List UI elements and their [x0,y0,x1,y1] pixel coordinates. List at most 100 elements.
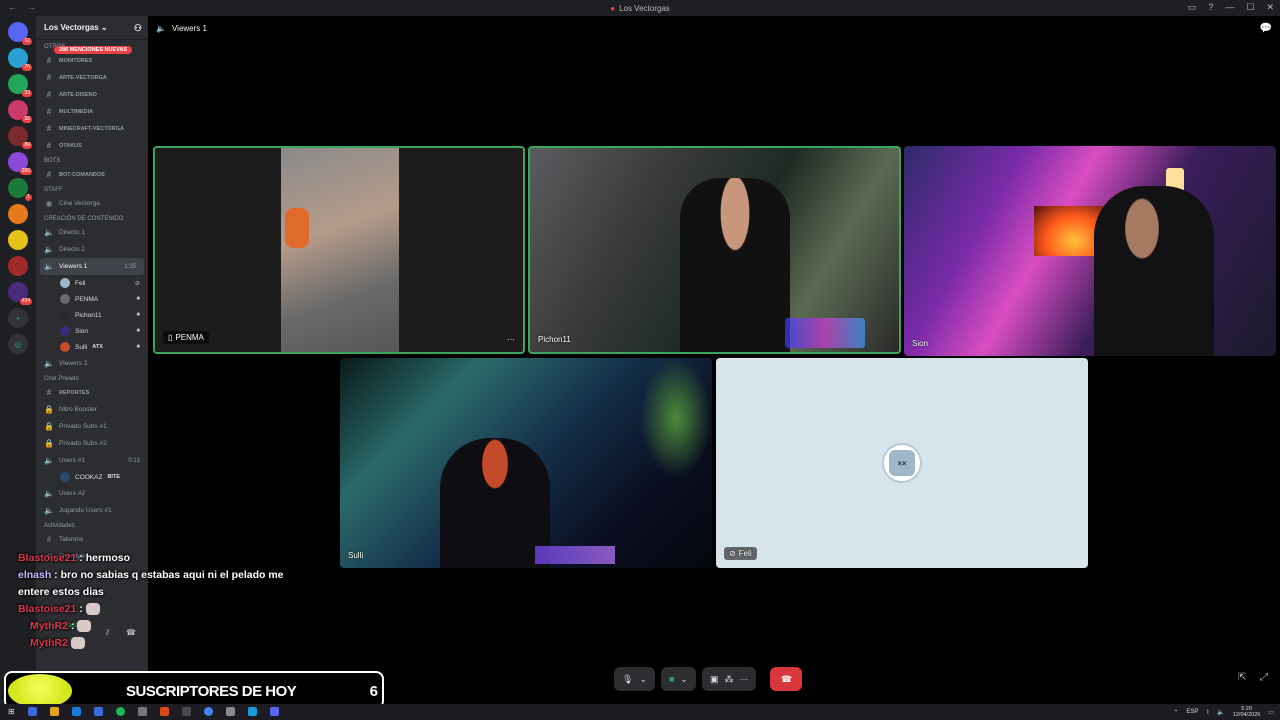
server-icon[interactable]: 434 [8,282,32,305]
start-icon[interactable]: ⊞ [8,707,15,716]
app-icon[interactable] [94,707,103,716]
close-button[interactable]: ✕ [1266,2,1274,13]
chat-bubble-icon[interactable]: 💬 [1260,23,1272,34]
channel-talentos[interactable]: # Talentos [36,531,148,548]
app-icon[interactable] [248,707,257,716]
server-icon[interactable]: 32 [8,100,32,123]
server-icon[interactable] [8,230,28,250]
video-tile-penma[interactable]: ▯ PENMA ··· [153,146,525,354]
channel-arte-diseno[interactable]: # ARTE-DISENO [36,86,148,103]
channel-nitro-booster[interactable]: 🔒 Nitro Booster [36,401,148,418]
category-staff[interactable]: STAFF [36,183,148,195]
chevron-down-icon[interactable]: ⌄ [680,674,688,685]
speaker-icon: 🔈 [44,489,54,498]
server-icon[interactable]: 89 [8,126,32,149]
server-icon[interactable] [8,204,28,224]
video-tile-sion[interactable]: Sion [904,146,1276,356]
inbox-icon[interactable]: ▭ [1188,2,1197,13]
category-bots[interactable]: BOTS [36,154,148,166]
avatar: ×× [882,443,922,483]
channel-bot-comandos[interactable]: # BOT-COMANDOS [36,166,148,183]
video-tile-pichon11[interactable]: Pichon11 [528,146,901,354]
add-server-icon[interactable]: + [8,308,28,328]
channel-privado-subs-2[interactable]: 🔒 Privado Subs #2 [36,435,148,452]
voice-user-sulli[interactable]: Sulli ATX ■ [36,339,148,355]
microphone-icon: 🎙 [622,673,634,684]
voice-user-pichon11[interactable]: Pichon11 ■ [36,307,148,323]
channel-cine-vectorga[interactable]: ◉ Cine Vectorga [36,195,148,212]
spotify-icon[interactable] [116,707,125,716]
server-header[interactable]: Los Vectorgas ⌄ ⚇ [36,16,148,40]
app-icon[interactable] [50,707,59,716]
camera-button[interactable]: ■ ⌄ [660,667,696,691]
voice-user-feli[interactable]: Feli ⊘ [36,275,148,291]
server-icon[interactable]: 76 [8,48,32,71]
fullscreen-icon[interactable]: ⤢ [1260,672,1268,683]
notifications-icon[interactable]: ▭ [1268,709,1274,716]
maximize-button[interactable]: ☐ [1246,2,1254,13]
voice-channel-viewers-2[interactable]: 🔈 Viewers 2 [36,355,148,372]
app-icon[interactable] [226,707,235,716]
video-tile-feli[interactable]: ×× ⊘ Feli [716,358,1088,568]
channel-reportes[interactable]: # REPORTES [36,384,148,401]
channel-multimedia[interactable]: # MULTIMEDIA [36,103,148,120]
discord-home-icon[interactable]: 12 [8,22,32,45]
voice-user-label: PENMA [75,295,99,303]
voice-channel-users-1[interactable]: 🔈 Users #1 0:13 [36,452,148,469]
leave-call-button[interactable]: ☎ [770,667,803,691]
explore-icon[interactable]: ◎ [8,334,28,354]
channel-monitores[interactable]: # MONITORES [36,52,148,69]
app-icon[interactable] [72,707,81,716]
channel-label: Directo 2 [59,246,86,253]
popout-icon[interactable]: ⇱ [1238,672,1246,683]
video-tile-sulli[interactable]: Sulli [340,358,712,568]
forward-arrow-icon[interactable]: → [27,2,36,12]
category-chat-privado[interactable]: Chat Privado [36,372,148,384]
chrome-icon[interactable] [204,707,213,716]
discord-icon[interactable] [270,707,279,716]
app-icon[interactable] [182,707,191,716]
back-arrow-icon[interactable]: ← [8,2,17,12]
chevron-down-icon[interactable]: ⌄ [639,674,647,685]
chat-username: Blastoise21 [18,603,77,615]
channel-otakus[interactable]: # OTAKUS [36,137,148,154]
clock[interactable]: 5:20 12/04/2026 [1233,706,1261,718]
voice-channel-viewers-1[interactable]: 🔈 Viewers 1 1:35 [40,258,144,275]
invite-people-icon[interactable]: ⚇ [134,23,142,34]
language-indicator[interactable]: ESP [1186,709,1198,715]
more-options-icon[interactable]: ··· [739,674,748,684]
app-icon[interactable] [138,707,147,716]
channel-label: MONITORES [59,57,93,64]
help-icon[interactable]: ? [1208,2,1213,13]
app-icon[interactable] [160,707,169,716]
category-actividades[interactable]: Actividades [36,519,148,531]
server-icon[interactable]: 1 [8,178,32,201]
unread-badge: 89 [22,142,32,149]
camera-icon: ■ [136,344,140,350]
voice-user-sion[interactable]: Sion ■ [36,323,148,339]
channel-privado-subs-1[interactable]: 🔒 Privado Subs #1 [36,418,148,435]
voice-channel-directo-1[interactable]: 🔈 Directo 1 [36,224,148,241]
category-creacion[interactable]: CREACIÓN DE CONTENIDO [36,212,148,224]
activities-icon[interactable]: ⁂ [724,674,733,685]
chevron-up-icon[interactable]: ⌃ [1173,709,1178,716]
screen-share-button[interactable]: ▣ ⁂ ··· [701,667,757,691]
server-icon[interactable] [8,256,28,276]
channel-arte-vectorga[interactable]: # ARTE-VECTORGA [36,69,148,86]
microphone-button[interactable]: 🎙 ⌄ [614,667,655,691]
volume-icon[interactable]: 🔈 [1217,709,1224,716]
voice-user-cookaz[interactable]: COOKAZ BITE [36,469,148,485]
voice-channel-directo-2[interactable]: 🔈 Directo 2 [36,241,148,258]
hash-icon: # [46,388,52,397]
more-options-icon[interactable]: ··· [507,335,515,344]
hash-icon: # [46,56,52,65]
server-icon[interactable]: 33 [8,74,32,97]
minimize-button[interactable]: — [1225,2,1234,13]
network-icon[interactable]: ⌇ [1206,709,1209,716]
voice-channel-users-2[interactable]: 🔈 Users #2 [36,485,148,502]
voice-channel-jugando-users-1[interactable]: 🔈 Jugando Users #1 [36,502,148,519]
channel-minecraft[interactable]: # MINECRAFT-VECTORGA [36,120,148,137]
server-icon[interactable]: 286 [8,152,32,175]
voice-user-penma[interactable]: PENMA ■ [36,291,148,307]
app-icon[interactable] [28,707,37,716]
